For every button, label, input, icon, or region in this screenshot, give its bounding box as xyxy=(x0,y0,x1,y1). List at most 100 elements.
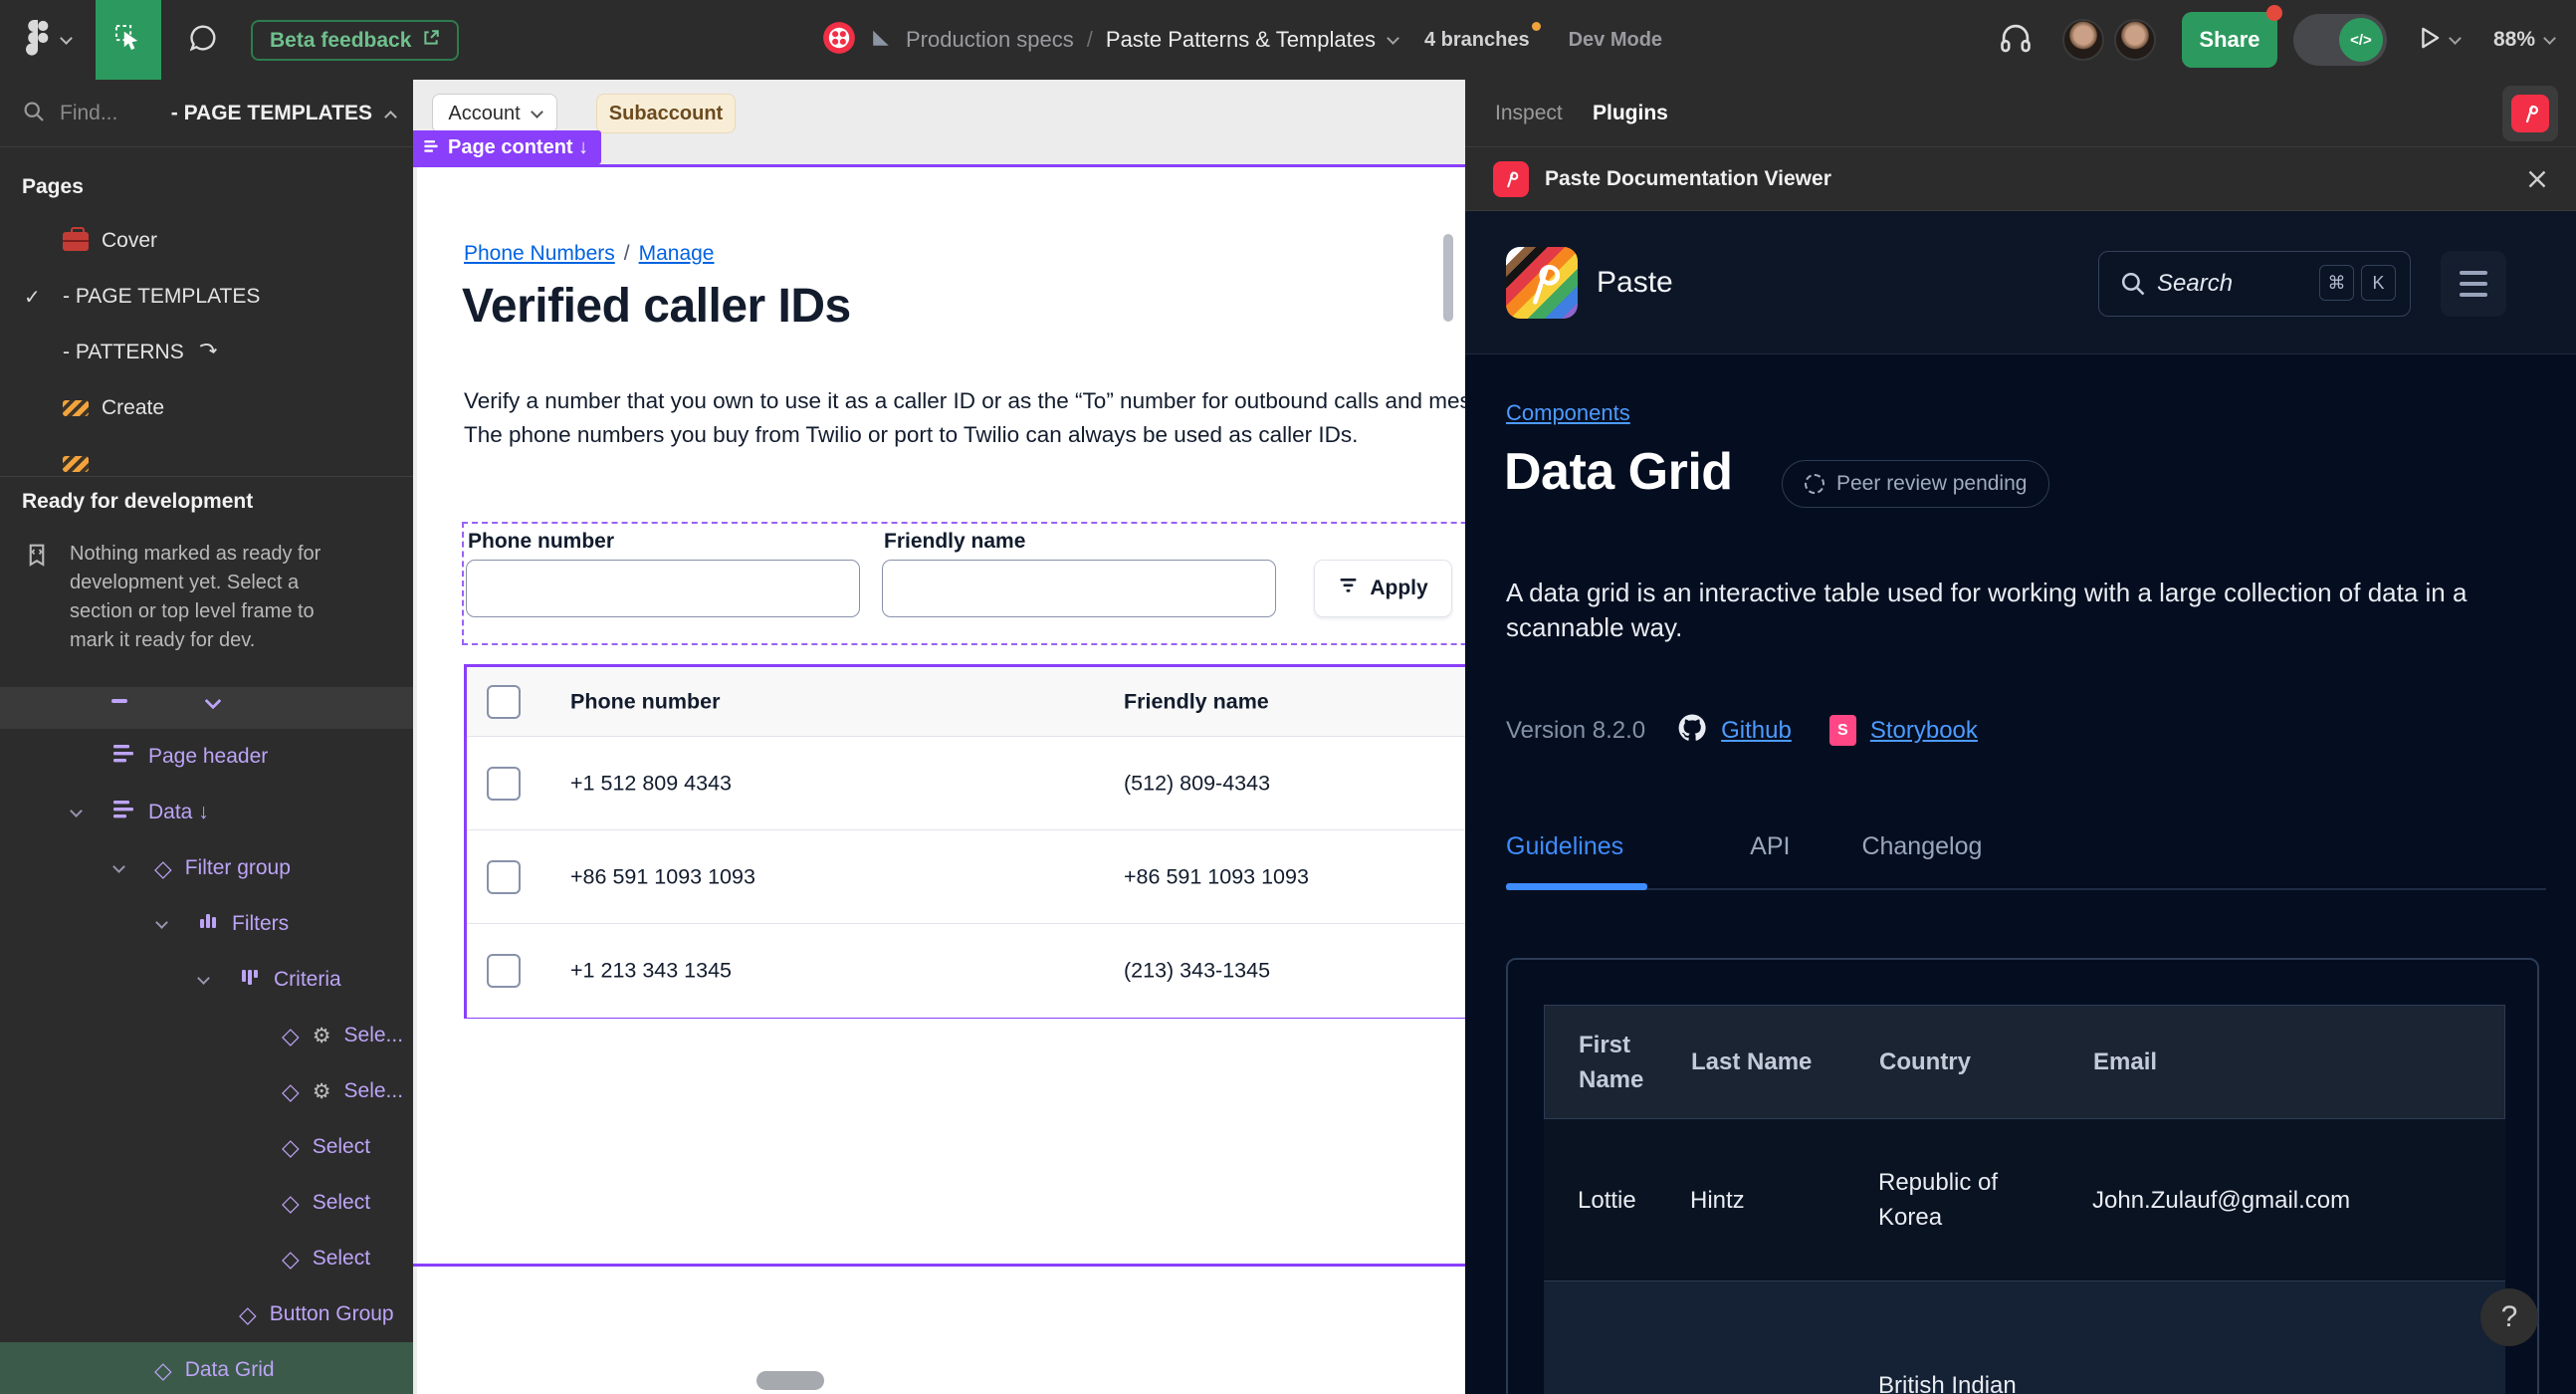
close-icon[interactable] xyxy=(2522,164,2552,194)
storybook-link[interactable]: Storybook xyxy=(1870,717,1978,745)
design-canvas[interactable]: Account Subaccount Page content ↓ Phone … xyxy=(413,80,1465,1394)
tab-api[interactable]: API xyxy=(1750,832,1790,861)
cell-phone-number: +86 591 1093 1093 xyxy=(570,864,755,888)
paste-rainbow-logo xyxy=(1506,247,1578,319)
tab-changelog[interactable]: Changelog xyxy=(1861,832,1982,861)
canvas-scrollbar[interactable] xyxy=(1443,234,1453,322)
component-diamond-icon: ◇ xyxy=(282,1077,300,1104)
breadcrumb-link-phone-numbers[interactable]: Phone Numbers xyxy=(464,242,615,266)
breadcrumb-file-name[interactable]: Paste Patterns & Templates xyxy=(1106,27,1376,53)
layer-criteria[interactable]: Criteria xyxy=(0,952,413,1008)
dev-mode-toggle[interactable]: </> xyxy=(2292,14,2387,66)
component-diamond-icon: ◇ xyxy=(282,1189,300,1216)
account-tab[interactable]: Account xyxy=(432,94,557,133)
chevron-down-icon[interactable] xyxy=(2449,31,2462,45)
layer-label: Data Grid xyxy=(184,1358,275,1381)
column-header-friendly[interactable]: Friendly name xyxy=(1124,689,1269,714)
caret-down-icon[interactable] xyxy=(155,915,168,929)
example-data-grid: First Name Last Name Country Email Lotti… xyxy=(1544,1005,2505,1394)
zoom-control[interactable]: 88% xyxy=(2493,28,2556,52)
page-selector[interactable]: - PAGE TEMPLATES xyxy=(171,80,397,147)
branches-button[interactable]: 4 branches xyxy=(1424,21,1541,52)
draft-icon xyxy=(869,26,893,55)
layer-select[interactable]: ◇ ⚙ Sele... xyxy=(0,1008,413,1063)
figma-main-menu[interactable] xyxy=(26,0,73,80)
paste-header: Paste ⌘ K xyxy=(1465,211,2576,354)
hamburger-icon xyxy=(2460,293,2487,297)
comment-tool-button[interactable] xyxy=(175,0,231,80)
table-row[interactable]: +86 591 1093 1093 +86 591 1093 1093 xyxy=(467,830,1465,924)
layer-label: Select xyxy=(312,1247,371,1270)
layer-select[interactable]: ◇ ⚙ Sele... xyxy=(0,1063,413,1119)
layer-data[interactable]: Data ↓ xyxy=(0,785,413,840)
layer-filter-group[interactable]: ◇ Filter group xyxy=(0,840,413,896)
caret-down-icon[interactable] xyxy=(197,971,210,985)
beta-feedback-button[interactable]: Beta feedback xyxy=(251,20,460,61)
tab-inspect[interactable]: Inspect xyxy=(1495,80,1563,147)
layer-select[interactable]: ◇ Select xyxy=(0,1119,413,1175)
page-item-create[interactable]: Create xyxy=(0,380,413,436)
page-item-patterns[interactable]: - PATTERNS xyxy=(0,325,413,380)
caret-down-icon[interactable] xyxy=(112,859,125,873)
search-box[interactable]: ⌘ K xyxy=(2098,251,2411,317)
page-item-cover[interactable]: Cover xyxy=(0,213,413,269)
menu-button[interactable] xyxy=(2441,251,2506,317)
grid-row[interactable]: Lottie Hintz Republic of Korea John.Zula… xyxy=(1544,1119,2505,1280)
layer-select[interactable]: ◇ Select xyxy=(0,1175,413,1231)
subaccount-tab[interactable]: Subaccount xyxy=(596,94,736,133)
components-link[interactable]: Components xyxy=(1506,400,1630,426)
phone-number-input[interactable] xyxy=(466,560,860,617)
grid-column-country: Country xyxy=(1879,1048,1971,1075)
layer-filters[interactable]: Filters xyxy=(0,896,413,952)
layer-page-header[interactable]: Page header xyxy=(0,729,413,785)
help-button[interactable]: ? xyxy=(2480,1288,2538,1346)
select-all-checkbox[interactable] xyxy=(487,684,521,719)
avatar[interactable] xyxy=(2061,19,2104,61)
breadcrumb-separator: / xyxy=(1086,27,1093,52)
search-input[interactable] xyxy=(2157,252,2306,316)
avatar[interactable] xyxy=(2113,19,2156,61)
page-item-page-templates[interactable]: ✓ - PAGE TEMPLATES xyxy=(0,269,413,325)
component-diamond-icon: ◇ xyxy=(282,1245,300,1272)
tab-guidelines[interactable]: Guidelines xyxy=(1506,832,1623,861)
active-plugin-button[interactable] xyxy=(2502,86,2558,141)
table-row[interactable]: +1 512 809 4343 (512) 809-4343 xyxy=(467,737,1465,830)
find-bar: - PAGE TEMPLATES xyxy=(0,80,413,147)
layer-select[interactable]: ◇ Select xyxy=(0,1231,413,1286)
right-panel: Inspect Plugins Paste Documentation View… xyxy=(1465,80,2576,1394)
component-diamond-icon: ◇ xyxy=(282,1022,300,1048)
row-checkbox[interactable] xyxy=(487,954,521,988)
selection-label-page-content[interactable]: Page content ↓ xyxy=(413,130,602,164)
column-header-phone[interactable]: Phone number xyxy=(570,689,721,714)
move-tool-button[interactable] xyxy=(96,0,161,80)
audio-call-button[interactable] xyxy=(1997,19,2035,62)
construction-emoji-icon xyxy=(63,400,89,416)
chevron-down-icon[interactable] xyxy=(1387,31,1399,45)
chevron-down-icon xyxy=(530,105,543,118)
layer-button-group[interactable]: ◇ Button Group xyxy=(0,1286,413,1342)
apply-button[interactable]: Apply xyxy=(1314,560,1452,617)
friendly-name-input[interactable] xyxy=(882,560,1276,617)
list-icon xyxy=(111,744,135,770)
layer-row-partial[interactable] xyxy=(0,687,413,729)
breadcrumb-project[interactable]: Production specs xyxy=(906,27,1074,53)
friendly-name-label: Friendly name xyxy=(884,530,1026,553)
row-checkbox[interactable] xyxy=(487,766,521,801)
page-label: Create xyxy=(102,396,165,419)
cell-friendly-name: (512) 809-4343 xyxy=(1124,771,1271,795)
resize-drag-handle[interactable] xyxy=(756,1371,824,1390)
search-icon xyxy=(2119,270,2147,303)
table-row[interactable]: +1 213 343 1345 (213) 343-1345 xyxy=(467,924,1465,1018)
layer-label: Sele... xyxy=(343,1079,404,1102)
layer-data-grid-selected[interactable]: ◇ Data Grid xyxy=(0,1342,413,1394)
share-button[interactable]: Share xyxy=(2181,5,2282,68)
tab-plugins[interactable]: Plugins xyxy=(1593,80,1668,147)
grid-row[interactable]: Paige Kshlerin British Indian Ocean Terr… xyxy=(1544,1280,2505,1394)
page-item-partial[interactable] xyxy=(0,436,413,476)
find-input[interactable] xyxy=(60,102,169,125)
github-link[interactable]: Github xyxy=(1721,717,1792,745)
breadcrumb-link-manage[interactable]: Manage xyxy=(639,242,715,266)
present-button[interactable] xyxy=(2415,24,2443,57)
row-checkbox[interactable] xyxy=(487,859,521,894)
caret-down-icon[interactable] xyxy=(70,804,83,817)
